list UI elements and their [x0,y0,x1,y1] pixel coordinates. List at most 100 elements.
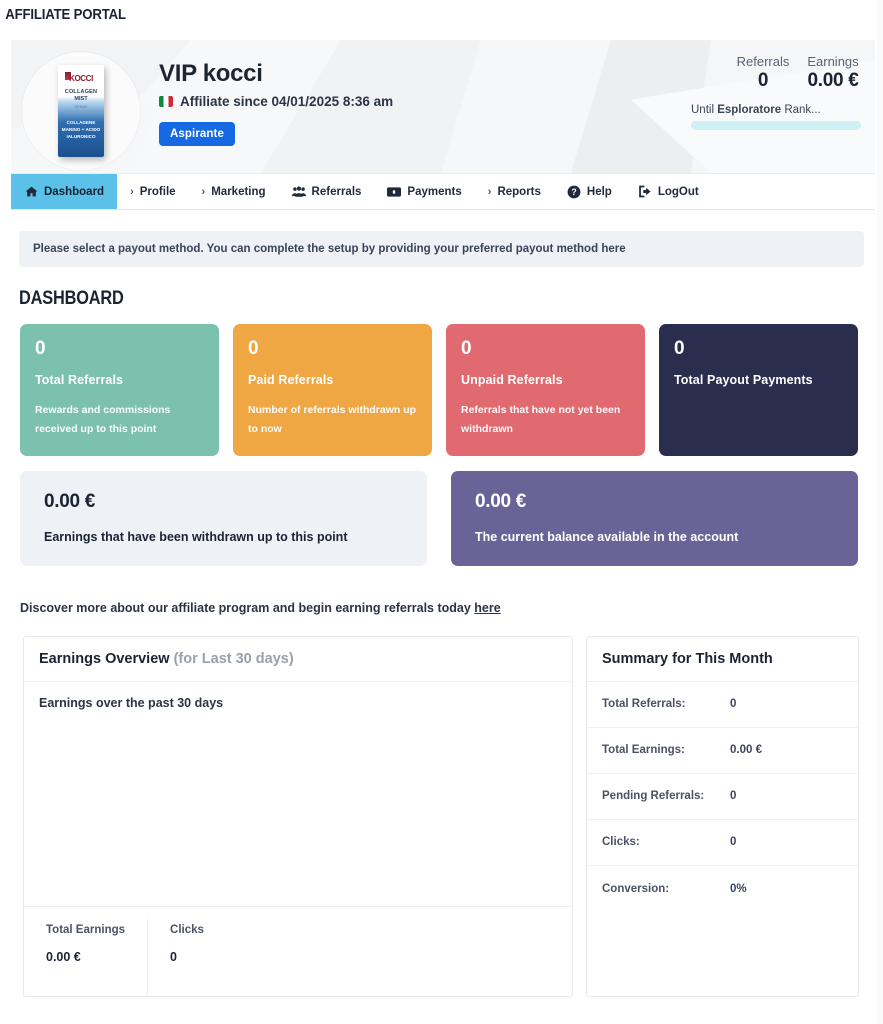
chevron-right-icon: › [130,185,134,198]
kpi-subtitle: Number of referrals withdrawn up to now [248,404,417,436]
summary-label: Clicks: [602,836,640,849]
nav-label-reports: Reports [497,185,541,198]
chevron-right-icon: › [487,185,492,198]
summary-title: Summary for This Month [602,650,773,667]
discover-text: Discover more about our affiliate progra… [20,600,475,615]
earnings-description: Earnings that have been withdrawn up to … [44,529,348,544]
nav-item-help[interactable]: ? Help [554,174,625,209]
bottle-line-2: MIST [74,96,88,102]
kpi-subtitle: Rewards and commissions received up to t… [35,404,171,436]
rank-progress-bar [691,121,861,130]
discover-more-text: Discover more about our affiliate progra… [20,601,883,615]
bottle-line-4: COLLAGENE MARINO + ACIDO IALURONICO [61,120,101,139]
users-icon [291,185,306,199]
kpi-title: Total Referrals [35,373,124,387]
bottle-line-3: SPRAY [74,104,88,109]
stat-referrals-value: 0 [757,70,769,91]
nav-item-marketing[interactable]: › Marketing [189,174,279,209]
alert-here-link[interactable]: here [601,243,625,255]
earnings-chart-canvas [24,710,572,906]
summary-row-pending-referrals: Pending Referrals: 0 [587,774,858,820]
kpi-card-total-payout-payments: 0 Total Payout Payments [659,324,858,456]
earnings-overview-panel: Earnings Overview (for Last 30 days) Ear… [23,635,573,997]
nav-label-logout: LogOut [657,185,699,198]
earnings-chart-note: Earnings over the past 30 days [39,695,224,710]
kpi-title: Total Payout Payments [674,373,813,387]
affiliate-since-text: Affiliate since 04/01/2025 8:36 am [180,94,394,109]
rank-progress-suffix: Rank... [781,104,821,116]
nav-label-help: Help [586,185,612,198]
summary-header: Summary for This Month [587,637,858,682]
nav-item-dashboard[interactable]: Dashboard [11,174,118,209]
bottle-brand-text: KOCCI [69,74,93,83]
summary-panel: Summary for This Month Total Referrals: … [586,635,859,997]
kpi-title: Paid Referrals [248,373,334,387]
chart-footer-total-earnings: Total Earnings 0.00 € [24,919,147,996]
product-bottle-image: KOCCI COLLAGEN MIST SPRAY COLLAGENE MARI… [58,65,104,157]
nav-label-marketing: Marketing [211,185,266,198]
earnings-chart-footer: Total Earnings 0.00 € Clicks 0 [24,905,572,996]
profile-header-card: KOCCI COLLAGEN MIST SPRAY COLLAGENE MARI… [11,40,875,174]
chart-footer-clicks: Clicks 0 [147,918,226,996]
money-bill-icon [387,185,402,199]
kpi-value: 0 [461,338,472,359]
profile-name: VIP kocci [159,60,263,87]
summary-label: Conversion: [602,882,670,895]
earnings-description: The current balance available in the acc… [475,529,739,544]
kpi-card-grid: 0 Total Referrals Rewards and commission… [20,324,858,456]
summary-value: 0% [730,882,747,895]
main-navigation: Dashboard › Profile › Marketing Referral… [11,174,875,210]
summary-row-total-earnings: Total Earnings: 0.00 € [587,728,858,774]
status-badge[interactable]: Aspirante [159,122,235,146]
nav-item-logout[interactable]: LogOut [625,174,712,209]
discover-here-link[interactable]: here [474,601,500,615]
avatar: KOCCI COLLAGEN MIST SPRAY COLLAGENE MARI… [22,52,140,170]
earnings-card-grid: 0.00 € Earnings that have been withdrawn… [20,470,858,566]
summary-row-conversion: Conversion: 0% [587,866,858,912]
rank-progress-prefix: Until [691,104,718,116]
kpi-title: Unpaid Referrals [461,373,563,387]
earnings-overview-subtitle: (for Last 30 days) [173,650,294,667]
header-stats: Referrals 0 Earnings 0.00 € Until Esplor… [691,54,861,130]
stat-referrals: Referrals 0 [735,54,791,92]
earnings-value: 0.00 € [44,490,96,512]
earnings-value: 0.00 € [475,490,527,512]
page-scrollbar[interactable] [877,0,883,1024]
stat-earnings-label: Earnings [807,54,859,69]
kpi-card-unpaid-referrals: 0 Unpaid Referrals Referrals that have n… [446,324,645,456]
nav-label-referrals: Referrals [311,185,362,198]
chevron-right-icon: › [201,185,206,198]
summary-label: Total Referrals: [602,698,686,711]
italy-flag-icon [159,96,173,107]
sign-out-icon [638,185,652,199]
nav-item-reports[interactable]: › Reports [475,174,554,209]
affiliate-portal-page: AFFILIATE PORTAL KOCCI COLLAGEN MIST SPR… [0,0,883,1024]
chart-footer-label: Clicks [170,923,204,936]
summary-value: 0.00 € [730,744,762,757]
nav-item-payments[interactable]: Payments [374,174,474,209]
dashboard-heading: DASHBOARD [19,288,124,309]
nav-label-payments: Payments [407,185,462,198]
kpi-subtitle: Referrals that have not yet been withdra… [461,404,621,436]
kpi-value: 0 [35,338,46,359]
summary-row-total-referrals: Total Referrals: 0 [587,682,858,728]
kpi-card-paid-referrals: 0 Paid Referrals Number of referrals wit… [233,324,432,456]
stat-referrals-label: Referrals [736,54,790,69]
summary-value: 0 [730,836,737,849]
summary-label: Total Earnings: [602,744,685,757]
rank-progress-label: Until Esploratore Rank... [691,104,861,116]
summary-value: 0 [730,698,737,711]
stat-earnings: Earnings 0.00 € [805,54,861,92]
earnings-overview-title: Earnings Overview [39,650,170,667]
home-icon [24,185,38,199]
earnings-overview-header: Earnings Overview (for Last 30 days) [24,637,572,682]
earnings-card-withdrawn: 0.00 € Earnings that have been withdrawn… [20,470,427,566]
summary-rows: Total Referrals: 0 Total Earnings: 0.00 … [587,682,858,912]
svg-text:?: ? [571,186,576,196]
summary-label: Pending Referrals: [602,790,705,803]
bottom-panels: Earnings Overview (for Last 30 days) Ear… [23,635,859,997]
summary-row-clicks: Clicks: 0 [587,820,858,866]
nav-item-referrals[interactable]: Referrals [279,174,375,209]
nav-label-profile: Profile [139,185,176,198]
nav-item-profile[interactable]: › Profile [117,174,188,209]
